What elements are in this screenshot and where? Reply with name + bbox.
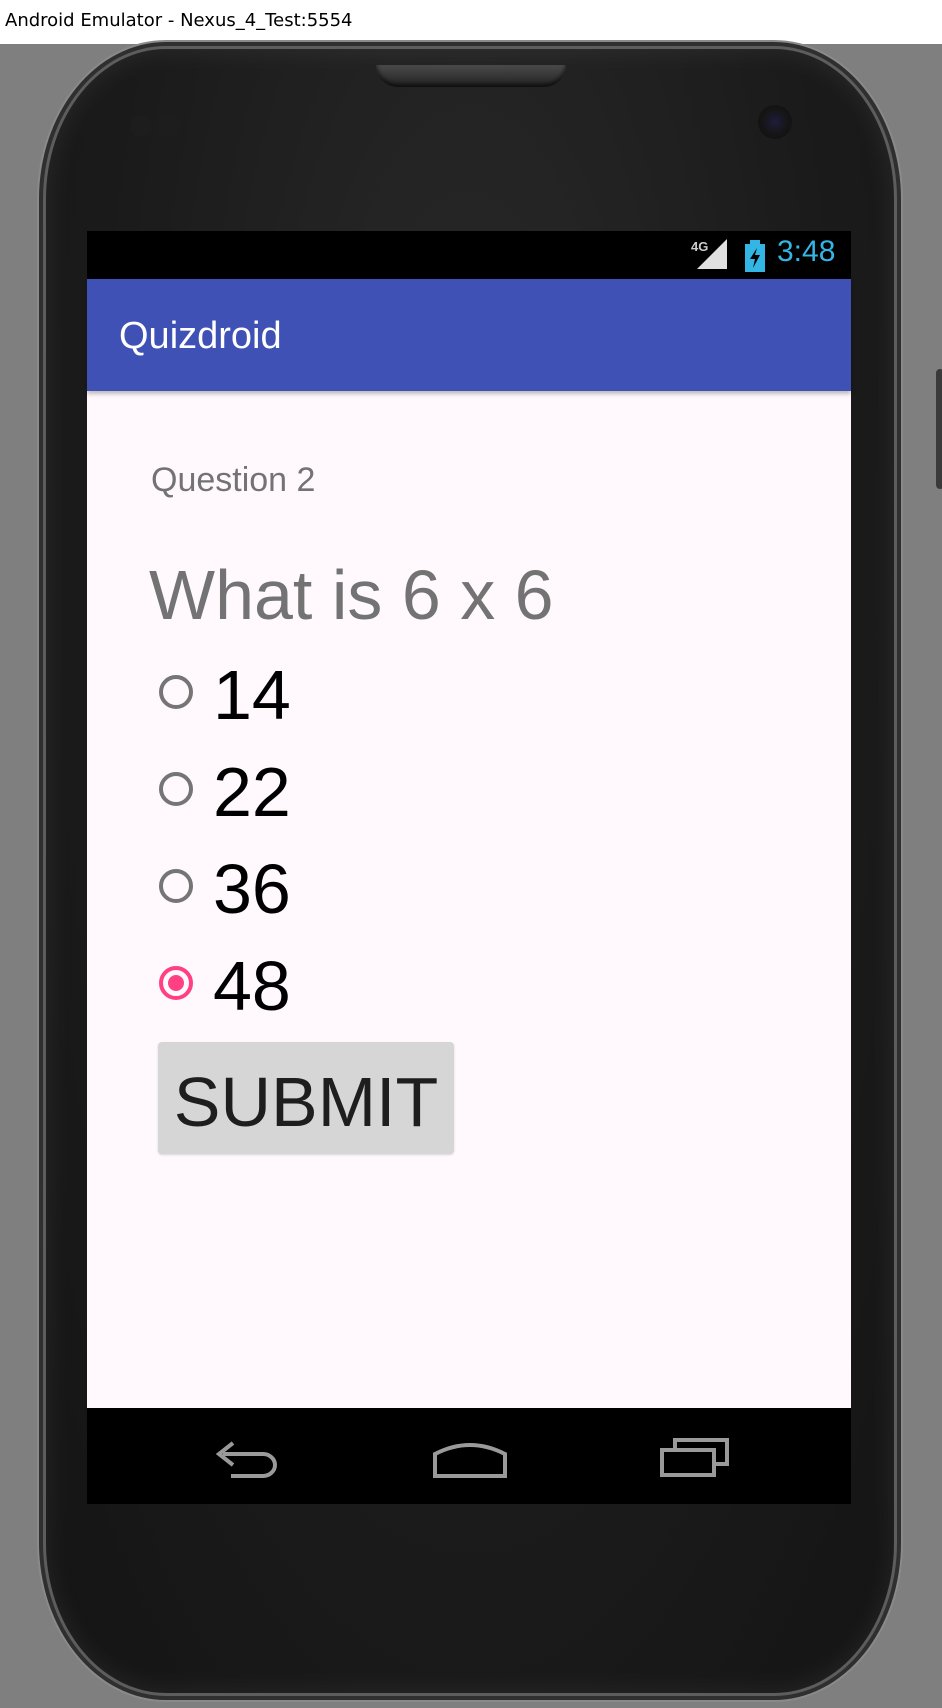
home-icon[interactable]	[432, 1438, 508, 1478]
radio-button[interactable]	[159, 869, 193, 903]
answer-label: 36	[213, 850, 291, 928]
status-bar: 4G 3:48	[87, 231, 851, 279]
emulator-title-bar: Android Emulator - Nexus_4_Test:5554	[0, 0, 942, 44]
question-text: What is 6 x 6	[149, 556, 554, 634]
radio-button[interactable]	[159, 675, 193, 709]
recents-icon[interactable]	[659, 1438, 731, 1478]
answer-label: 48	[213, 947, 291, 1025]
answer-label: 14	[213, 656, 291, 734]
radio-selected-dot	[168, 975, 184, 991]
question-number: Question 2	[151, 461, 316, 499]
submit-button[interactable]: SUBMIT	[158, 1042, 454, 1154]
light-sensor	[158, 115, 180, 137]
app-toolbar: Quizdroid	[87, 279, 851, 391]
radio-button-selected[interactable]	[159, 966, 193, 1000]
earpiece-speaker	[376, 65, 566, 87]
navigation-bar	[87, 1408, 851, 1504]
app-title: Quizdroid	[119, 315, 282, 357]
quiz-content: Question 2 What is 6 x 6 14 22 36 48 SUB…	[87, 391, 851, 1408]
power-button[interactable]	[936, 369, 942, 489]
radio-button[interactable]	[159, 772, 193, 806]
submit-label: SUBMIT	[173, 1063, 439, 1141]
signal-icon	[697, 239, 727, 269]
back-icon[interactable]	[211, 1438, 281, 1478]
battery-charging-icon	[745, 240, 765, 272]
answer-option-2[interactable]: 22	[159, 752, 459, 838]
proximity-sensor	[130, 115, 152, 137]
status-clock: 3:48	[777, 235, 836, 268]
answer-option-3[interactable]: 36	[159, 849, 459, 935]
device-screen: 4G 3:48 Quizdroid Question 2 What is 6 x…	[87, 231, 851, 1504]
front-camera	[758, 105, 792, 139]
answer-label: 22	[213, 753, 291, 831]
answer-option-4[interactable]: 48	[159, 946, 459, 1032]
emulator-window-title: Android Emulator - Nexus_4_Test:5554	[5, 10, 353, 31]
answer-option-1[interactable]: 14	[159, 655, 459, 741]
